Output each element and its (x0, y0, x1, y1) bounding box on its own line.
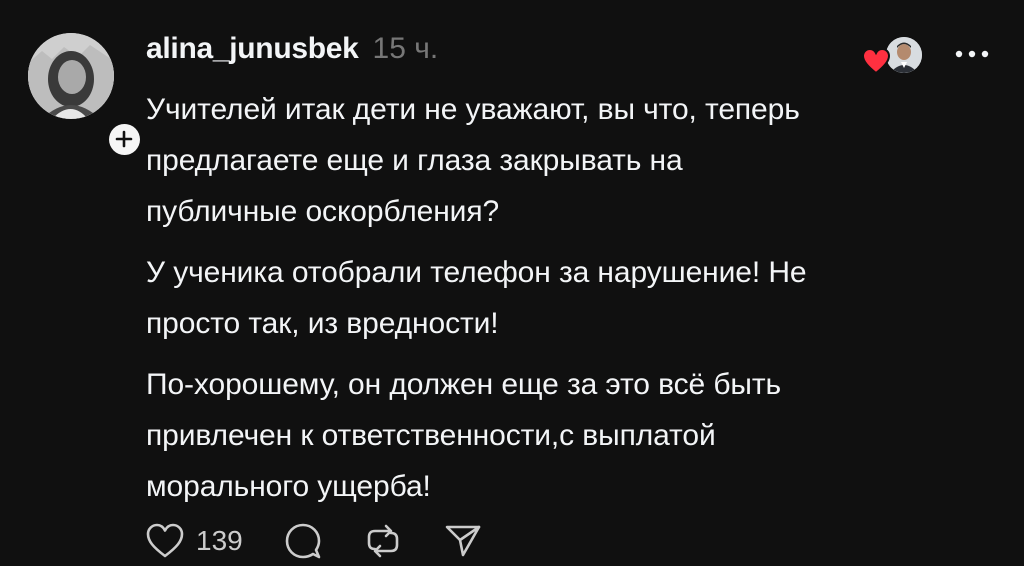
like-count: 139 (196, 525, 243, 556)
thread-post: alina_junusbek 15 ч. Учителей итак дети … (0, 0, 1024, 566)
repost-icon (363, 521, 403, 561)
post-body: Учителей итак дети не уважают, вы что, т… (146, 84, 986, 522)
author-avatar-container[interactable] (28, 33, 143, 158)
post-header: alina_junusbek 15 ч. (146, 32, 438, 72)
repost-button[interactable] (363, 519, 403, 563)
post-timestamp[interactable]: 15 ч. (373, 32, 439, 66)
post-paragraph: У ученика отобрали телефон за нарушение!… (146, 256, 807, 340)
follow-button[interactable] (105, 120, 143, 158)
heart-icon (861, 47, 891, 75)
liked-by-indicator[interactable] (858, 33, 924, 77)
post-paragraph: По-хорошему, он должен еще за это всё бы… (146, 368, 782, 503)
share-button[interactable] (443, 519, 483, 563)
heart-outline-icon (144, 522, 186, 560)
more-options-button[interactable] (950, 42, 994, 66)
send-icon (443, 521, 483, 561)
more-dots-icon (955, 50, 989, 58)
plus-icon (115, 130, 133, 148)
comment-icon (283, 521, 323, 561)
author-avatar[interactable] (28, 33, 114, 119)
reply-button[interactable] (283, 519, 323, 563)
post-actions: 139 (144, 516, 523, 566)
like-button[interactable]: 139 (144, 519, 243, 563)
username[interactable]: alina_junusbek (146, 32, 359, 66)
post-paragraph: Учителей итак дети не уважают, вы что, т… (146, 93, 800, 228)
